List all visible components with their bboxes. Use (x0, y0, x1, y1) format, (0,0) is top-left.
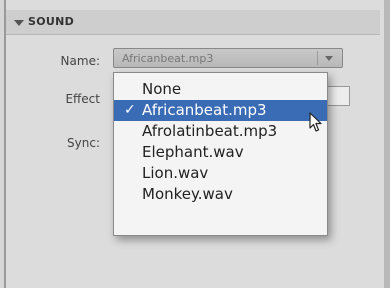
menu-item-label: Lion.wav (142, 164, 209, 182)
checkmark-icon: ✓ (124, 102, 136, 118)
section-title: SOUND (28, 15, 75, 28)
menu-item-none[interactable]: None (114, 79, 327, 100)
menu-item-monkey[interactable]: Monkey.wav (114, 184, 327, 205)
panel-scrollbar[interactable] (384, 0, 390, 288)
dropdown-divider (317, 51, 318, 65)
name-dropdown[interactable]: Africanbeat.mp3 (113, 48, 343, 68)
effect-label: Effect (65, 92, 100, 106)
sync-label: Sync: (67, 136, 100, 150)
menu-item-lion[interactable]: Lion.wav (114, 163, 327, 184)
menu-item-elephant[interactable]: Elephant.wav (114, 142, 327, 163)
menu-item-label: None (142, 80, 182, 98)
menu-item-label: Monkey.wav (142, 185, 233, 203)
collapse-triangle-icon[interactable] (14, 20, 24, 26)
sound-dropdown-menu: None ✓ Africanbeat.mp3 Afrolatinbeat.mp3… (113, 72, 328, 236)
name-label: Name: (60, 54, 100, 68)
name-dropdown-value: Africanbeat.mp3 (122, 52, 214, 65)
menu-item-africanbeat[interactable]: ✓ Africanbeat.mp3 (114, 100, 327, 121)
menu-item-label: Elephant.wav (142, 143, 244, 161)
panel-left-border (4, 0, 6, 288)
menu-item-label: Africanbeat.mp3 (142, 101, 267, 119)
menu-item-label: Afrolatinbeat.mp3 (142, 122, 278, 140)
mouse-pointer-icon (309, 112, 322, 132)
menu-item-afrolatinbeat[interactable]: Afrolatinbeat.mp3 (114, 121, 327, 142)
chevron-down-icon[interactable] (325, 56, 333, 61)
